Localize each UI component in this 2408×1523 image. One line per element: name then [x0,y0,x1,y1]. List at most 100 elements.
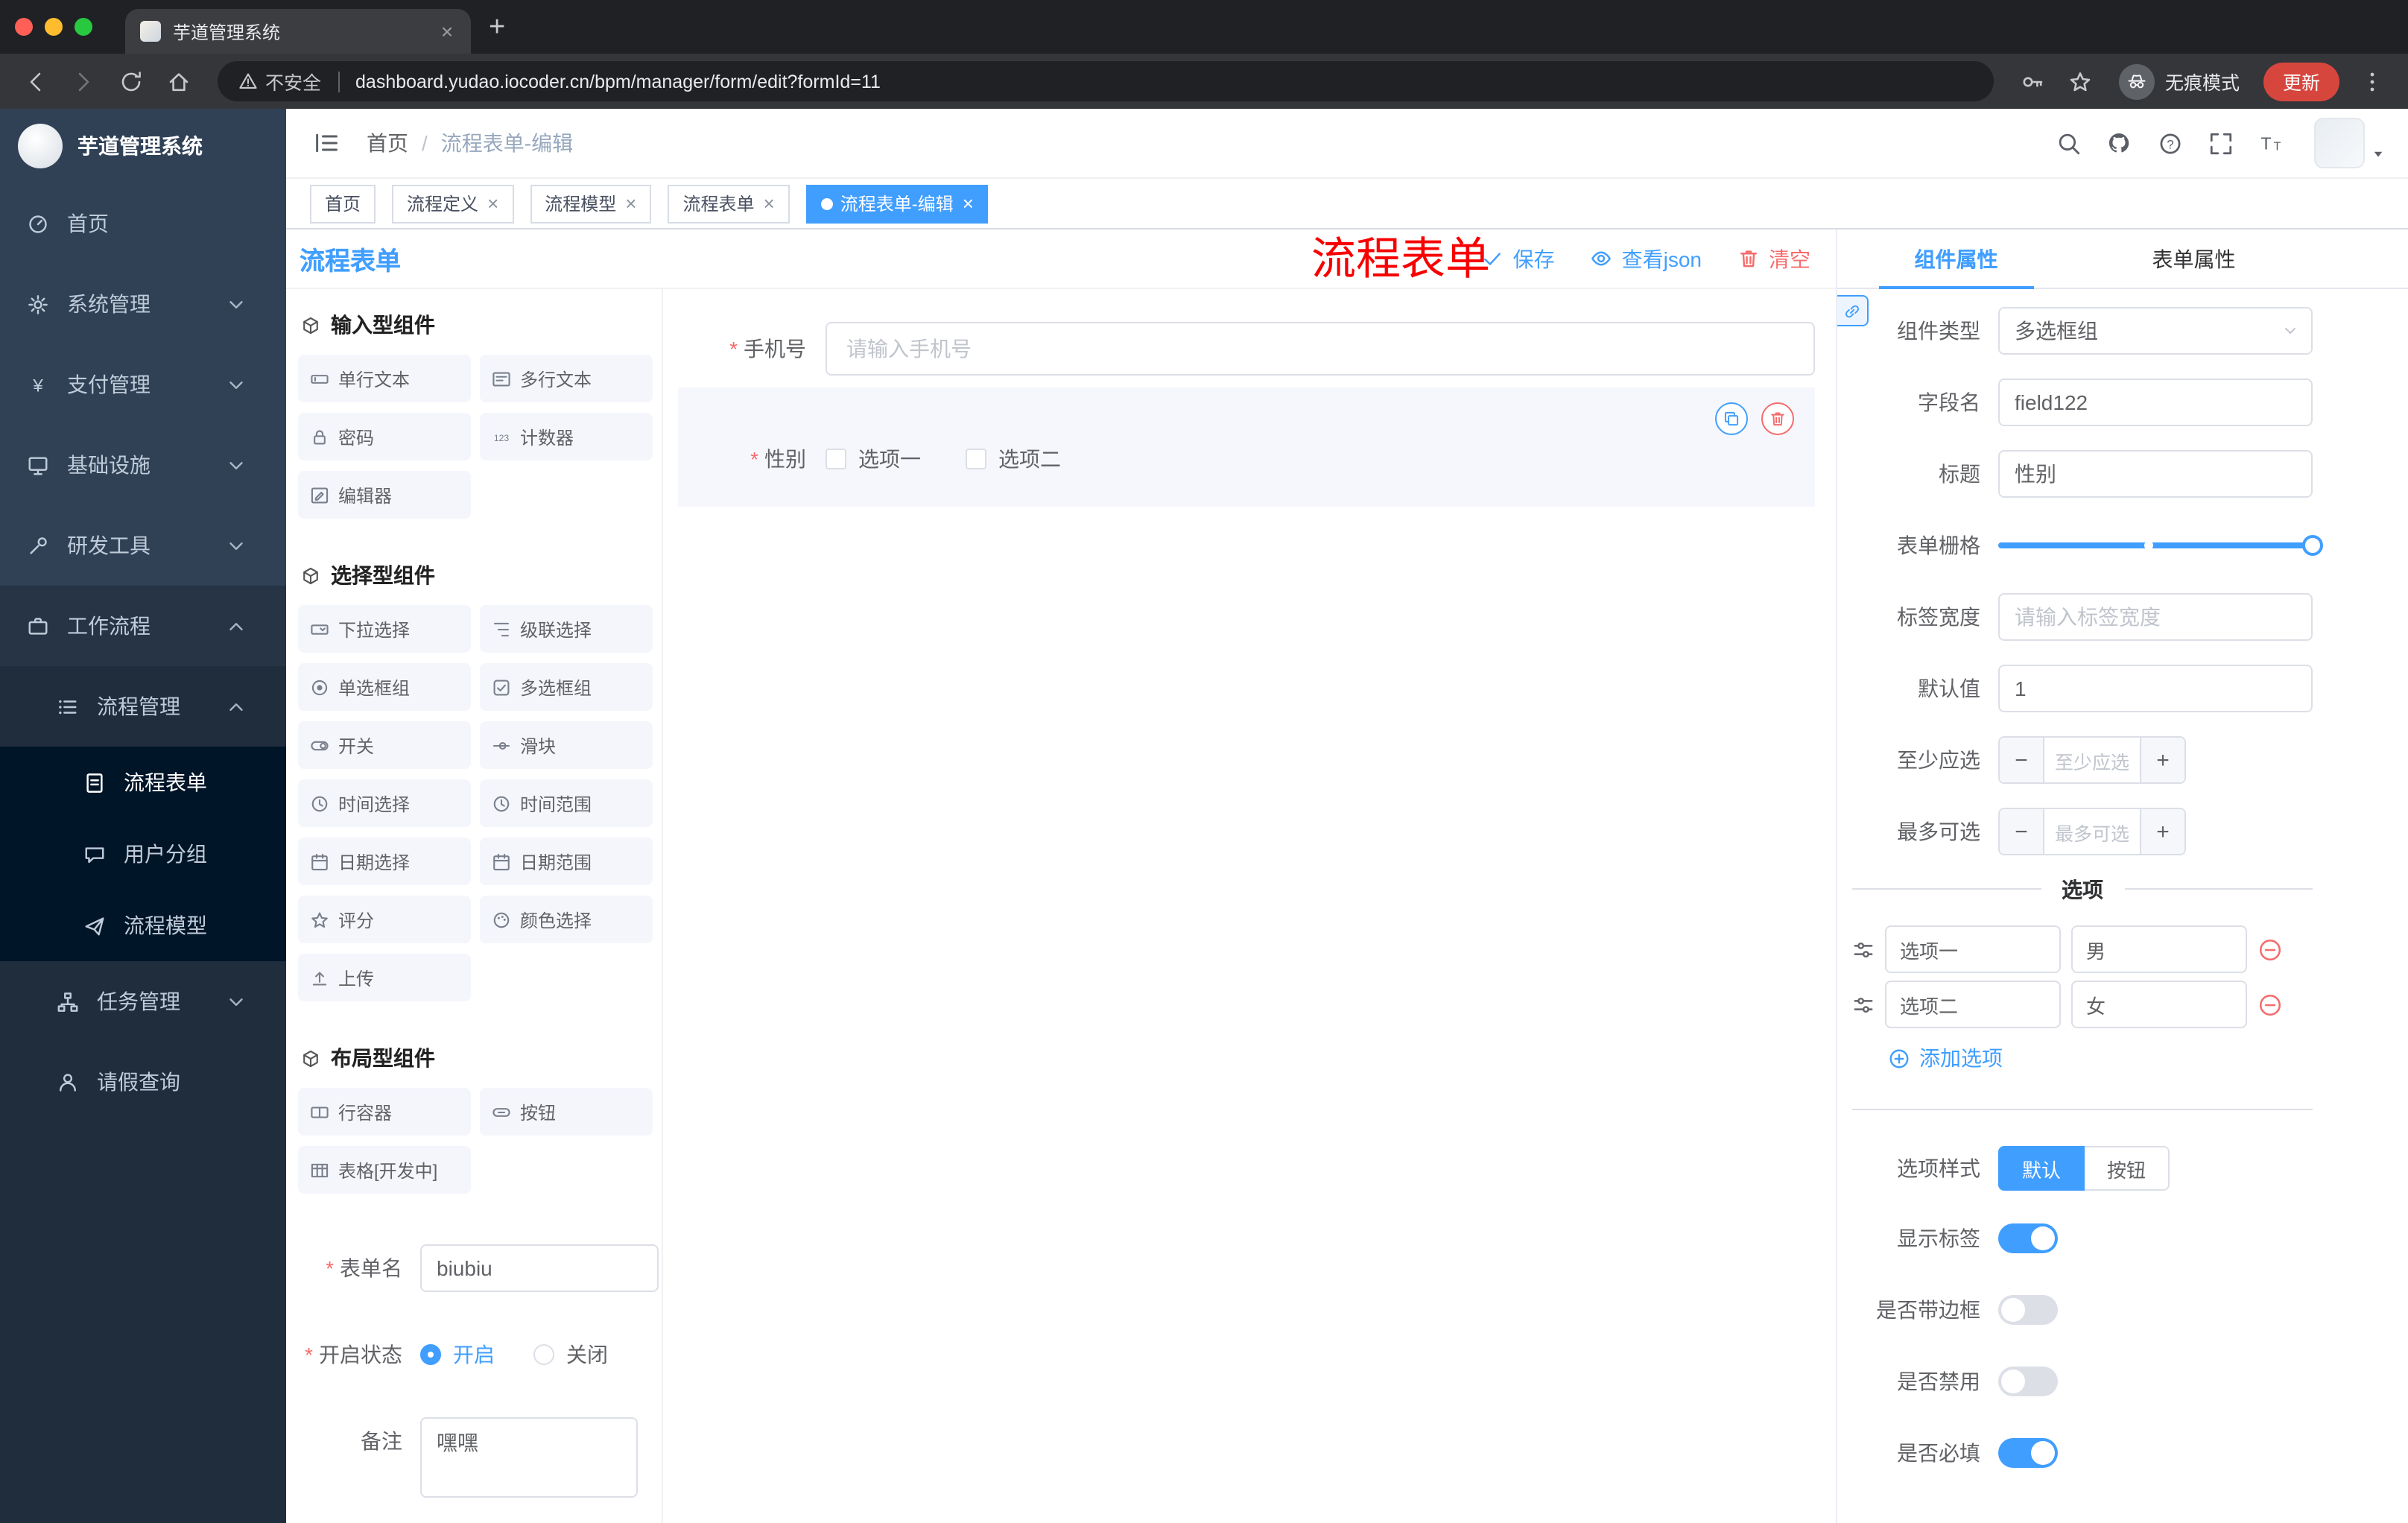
sidebar-item-process-form[interactable]: 流程表单 [0,747,286,818]
drag-handle-icon[interactable] [1852,938,1875,960]
tag-process-model[interactable]: 流程模型 × [530,184,652,223]
palette-item-single-text[interactable]: 单行文本 [298,355,471,402]
tag-close-icon[interactable]: × [625,192,636,215]
palette-item-cascader[interactable]: 级联选择 [480,605,653,653]
tab-form-props[interactable]: 表单属性 [2075,229,2313,288]
decrement-button[interactable]: − [2000,809,2044,854]
sidebar-logo[interactable]: 芋道管理系统 [0,109,286,183]
disabled-toggle[interactable] [1998,1367,2058,1396]
sidebar-item-process-model[interactable]: 流程模型 [0,890,286,961]
view-json-button[interactable]: 查看json [1591,244,1702,273]
option-label-input[interactable] [1885,925,2061,973]
increment-button[interactable]: + [2140,809,2184,854]
palette-item-row-container[interactable]: 行容器 [298,1088,471,1136]
forward-button[interactable] [63,60,104,102]
component-type-select[interactable]: 多选框组 [1998,307,2313,355]
sidebar-item-leave-query[interactable]: 请假查询 [0,1042,286,1122]
sidebar-item-home[interactable]: 首页 [0,183,286,264]
status-on-radio[interactable]: 开启 [420,1340,495,1370]
clear-button[interactable]: 清空 [1737,244,1810,273]
tag-process-form-edit[interactable]: 流程表单-编辑 × [805,184,989,223]
tab-close-icon[interactable]: × [435,19,459,43]
palette-item-color-picker[interactable]: 颜色选择 [480,896,653,943]
gender-option-2-checkbox[interactable]: 选项二 [966,444,1061,474]
with-border-toggle[interactable] [1998,1295,2058,1325]
palette-item-time-picker[interactable]: 时间选择 [298,779,471,827]
delete-field-button[interactable] [1761,402,1794,435]
slider-handle[interactable] [2302,535,2323,556]
browser-update-button[interactable]: 更新 [2263,62,2339,101]
palette-item-counter[interactable]: 计数器 [480,413,653,460]
link-affix-icon[interactable] [1837,295,1869,326]
sidebar-item-payment[interactable]: 支付管理 [0,344,286,425]
tag-process-form[interactable]: 流程表单 × [668,184,790,223]
sidebar-toggle-icon[interactable] [307,124,346,162]
palette-item-date-picker[interactable]: 日期选择 [298,838,471,885]
drag-handle-icon[interactable] [1852,993,1875,1016]
tag-close-icon[interactable]: × [487,192,498,215]
github-icon[interactable] [2094,118,2144,168]
palette-item-upload[interactable]: 上传 [298,954,471,1001]
incognito-indicator[interactable]: 无痕模式 [2107,63,2252,99]
palette-item-select[interactable]: 下拉选择 [298,605,471,653]
palette-item-password[interactable]: 密码 [298,413,471,460]
canvas-field-gender-selected[interactable]: 性别 选项一 选项二 [678,387,1815,507]
tag-home[interactable]: 首页 [310,184,376,223]
phone-input[interactable] [826,322,1815,376]
address-bar[interactable]: 不安全 dashboard.yudao.iocoder.cn/bpm/manag… [218,61,1994,101]
tab-component-props[interactable]: 组件属性 [1837,229,2075,289]
sidebar-item-workflow[interactable]: 工作流程 [0,586,286,666]
bookmark-star-icon[interactable] [2059,60,2101,102]
tag-close-icon[interactable]: × [963,192,974,215]
max-select-value[interactable]: 最多可选 [2044,809,2140,854]
user-avatar[interactable] [2314,118,2365,168]
sidebar-item-task-management[interactable]: 任务管理 [0,961,286,1042]
remove-option-button[interactable] [2258,992,2283,1017]
palette-item-table[interactable]: 表格[开发中] [298,1146,471,1194]
sidebar-item-system[interactable]: 系统管理 [0,264,286,344]
sidebar-item-infrastructure[interactable]: 基础设施 [0,425,286,505]
home-button[interactable] [158,60,200,102]
palette-item-slider[interactable]: 滑块 [480,721,653,769]
decrement-button[interactable]: − [2000,738,2044,782]
palette-item-editor[interactable]: 编辑器 [298,471,471,519]
palette-item-switch[interactable]: 开关 [298,721,471,769]
canvas-field-phone[interactable]: 手机号 [678,322,1815,376]
slider-track[interactable] [1998,535,2323,556]
avatar-caret-icon[interactable] [2369,140,2387,164]
palette-item-radio-group[interactable]: 单选框组 [298,663,471,711]
gender-option-1-checkbox[interactable]: 选项一 [826,444,921,474]
default-value-input[interactable] [1998,665,2313,712]
style-default-button[interactable]: 默认 [1998,1146,2085,1191]
option-label-input[interactable] [1885,981,2061,1028]
browser-menu-icon[interactable] [2351,60,2393,102]
palette-item-button[interactable]: 按钮 [480,1088,653,1136]
save-button[interactable]: 保存 [1482,244,1555,273]
label-width-input[interactable] [1998,593,2313,641]
breadcrumb-home[interactable]: 首页 [367,128,408,158]
minimize-window-button[interactable] [45,18,63,36]
show-label-toggle[interactable] [1998,1223,2058,1253]
help-icon[interactable] [2144,118,2195,168]
form-canvas[interactable]: 手机号 性别 [663,289,1836,1523]
style-button-button[interactable]: 按钮 [2085,1146,2170,1191]
status-off-radio[interactable]: 关闭 [533,1340,608,1370]
sidebar-item-devtools[interactable]: 研发工具 [0,505,286,586]
increment-button[interactable]: + [2140,738,2184,782]
sidebar-item-process-management[interactable]: 流程管理 [0,666,286,747]
duplicate-field-button[interactable] [1715,402,1748,435]
form-grid-slider[interactable] [1998,522,2323,569]
back-button[interactable] [15,60,57,102]
password-key-icon[interactable] [2012,60,2053,102]
form-name-input[interactable] [420,1244,659,1292]
palette-item-date-range[interactable]: 日期范围 [480,838,653,885]
site-security-indicator[interactable]: 不安全 [238,67,321,95]
tag-process-definition[interactable]: 流程定义 × [392,184,514,223]
search-icon[interactable] [2043,118,2094,168]
option-value-input[interactable] [2071,925,2247,973]
min-select-value[interactable]: 至少应选 [2044,738,2140,782]
option-value-input[interactable] [2071,981,2247,1028]
title-input[interactable] [1998,450,2313,498]
sidebar-item-user-group[interactable]: 用户分组 [0,818,286,890]
reload-button[interactable] [110,60,152,102]
